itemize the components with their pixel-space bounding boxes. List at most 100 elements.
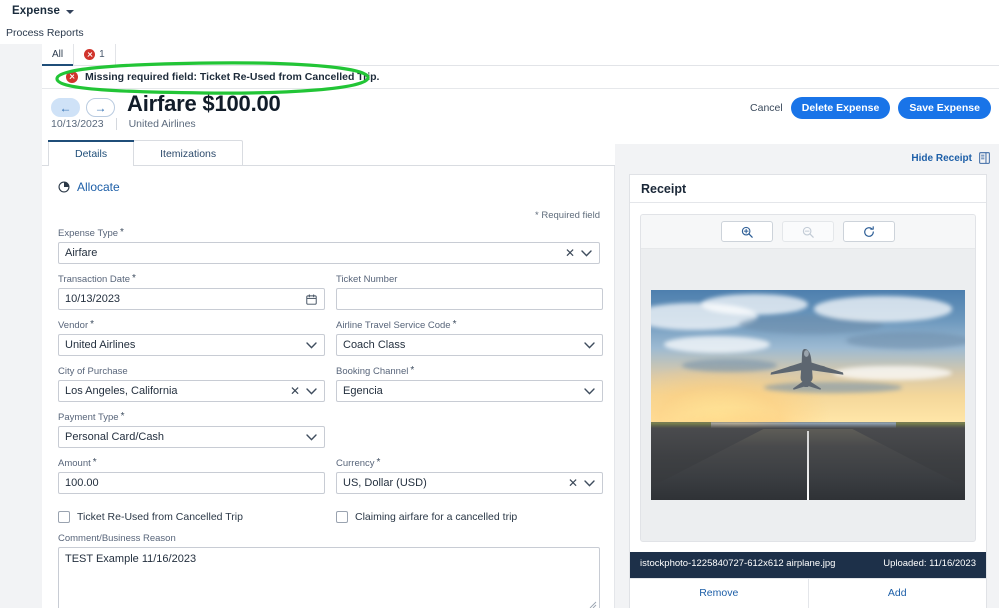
pie-chart-icon <box>58 181 70 193</box>
resize-handle-icon[interactable] <box>589 601 597 608</box>
arrow-right-icon[interactable]: → <box>86 98 115 117</box>
tab-details-label: Details <box>75 148 108 160</box>
record-navigation: ← → <box>51 98 115 117</box>
add-receipt-button[interactable]: Add <box>807 579 987 608</box>
required-field-note: * Required field <box>535 210 600 221</box>
filter-chip-all-label: All <box>52 49 64 60</box>
field-currency: Currency * US, Dollar (USD) ✕ <box>336 458 603 494</box>
chevron-down-icon[interactable] <box>582 387 596 395</box>
currency-value: US, Dollar (USD) <box>343 477 427 489</box>
amount-input[interactable]: 100.00 <box>58 472 325 494</box>
field-transaction-date-label: Transaction Date * <box>58 273 136 286</box>
tab-itemizations-label: Itemizations <box>160 148 217 160</box>
chevron-down-icon[interactable] <box>582 341 596 349</box>
receipt-panel-icon[interactable] <box>979 152 990 164</box>
allocate-action[interactable]: Allocate <box>58 180 600 194</box>
receipt-file-info: istockphoto-1225840727-612x612 airplane.… <box>630 552 986 578</box>
clear-icon[interactable]: ✕ <box>563 246 577 260</box>
app-title[interactable]: Expense <box>12 5 60 17</box>
filter-chip-error-count: 1 <box>99 49 105 60</box>
delete-expense-button[interactable]: Delete Expense <box>790 97 891 119</box>
calendar-icon[interactable] <box>304 293 318 305</box>
transaction-date-input[interactable]: 10/13/2023 <box>58 288 325 310</box>
field-amount-label: Amount * <box>58 457 97 470</box>
form-field-grid: Transaction Date * 10/13/2023 Ticket Num… <box>58 273 603 504</box>
clear-icon[interactable]: ✕ <box>288 384 302 398</box>
zoom-out-icon[interactable] <box>782 221 834 242</box>
left-gutter <box>0 44 42 608</box>
arrow-left-icon[interactable]: ← <box>51 98 80 117</box>
booking-channel-select[interactable]: Egencia <box>336 380 603 402</box>
page-body: All 1 Missing required field: Ticket Re-… <box>0 44 999 608</box>
checkbox-box-icon[interactable] <box>336 511 348 523</box>
field-expense-type: Expense Type * Airfare ✕ <box>58 228 600 264</box>
chevron-down-icon[interactable] <box>304 433 318 441</box>
chevron-down-icon[interactable] <box>304 341 318 349</box>
field-ticket-number: Ticket Number <box>336 274 603 310</box>
cancel-button[interactable]: Cancel <box>750 102 783 114</box>
error-circle-icon <box>84 49 96 60</box>
page-title: Airfare $100.00 <box>127 91 281 116</box>
field-spacer <box>336 412 603 448</box>
save-expense-button[interactable]: Save Expense <box>898 97 991 119</box>
vendor-select[interactable]: United Airlines <box>58 334 325 356</box>
field-comment: Comment/Business Reason TEST Example 11/… <box>58 533 600 608</box>
field-vendor-label: Vendor * <box>58 319 95 332</box>
expense-type-value: Airfare <box>65 247 98 259</box>
ticket-number-input[interactable] <box>336 288 603 310</box>
remove-receipt-button[interactable]: Remove <box>630 579 808 608</box>
expense-vendor: United Airlines <box>128 118 196 130</box>
expense-subheader: 10/13/2023 United Airlines <box>51 118 196 130</box>
currency-select[interactable]: US, Dollar (USD) ✕ <box>336 472 603 494</box>
checkbox-ticket-reused[interactable]: Ticket Re-Used from Cancelled Trip <box>58 511 325 523</box>
amount-value: 100.00 <box>65 477 99 489</box>
field-city-of-purchase-label: City of Purchase <box>58 366 128 377</box>
filter-chip-all[interactable]: All <box>42 44 75 66</box>
expense-title-area: ← → Airfare $100.00 10/13/2023 United Ai… <box>42 89 999 137</box>
divider <box>115 118 117 130</box>
tab-details[interactable]: Details <box>48 140 135 167</box>
airline-travel-service-code-select[interactable]: Coach Class <box>336 334 603 356</box>
allocate-label: Allocate <box>77 180 120 194</box>
checkbox-claiming-cancelled-trip[interactable]: Claiming airfare for a cancelled trip <box>336 511 603 523</box>
chevron-down-icon[interactable] <box>304 387 318 395</box>
field-payment-type-label: Payment Type * <box>58 411 125 424</box>
receipt-card-header: Receipt <box>630 175 986 203</box>
airplane-icon <box>770 348 844 390</box>
expense-actions: Cancel Delete Expense Save Expense <box>750 97 991 119</box>
receipt-file-name: istockphoto-1225840727-612x612 airplane.… <box>640 558 836 570</box>
field-ticket-number-label: Ticket Number <box>336 274 398 285</box>
comment-textarea[interactable]: TEST Example 11/16/2023 <box>58 547 600 608</box>
payment-type-select[interactable]: Personal Card/Cash <box>58 426 325 448</box>
receipt-panel: Hide Receipt Receipt istockphoto-1225840… <box>615 144 999 608</box>
city-of-purchase-value: Los Angeles, California <box>65 385 178 397</box>
city-of-purchase-select[interactable]: Los Angeles, California ✕ <box>58 380 325 402</box>
airline-travel-service-code-value: Coach Class <box>343 339 406 351</box>
clear-icon[interactable]: ✕ <box>566 476 580 490</box>
tab-itemizations[interactable]: Itemizations <box>133 140 244 166</box>
receipt-card: Receipt istockphoto-1225840727-612x612 a… <box>629 174 987 608</box>
rotate-icon[interactable] <box>843 221 895 242</box>
expense-date: 10/13/2023 <box>51 118 104 130</box>
chevron-down-icon[interactable] <box>582 479 596 487</box>
receipt-image[interactable] <box>651 290 965 501</box>
checkbox-box-icon[interactable] <box>58 511 70 523</box>
hide-receipt-action[interactable]: Hide Receipt <box>911 152 990 164</box>
receipt-viewer-toolbar <box>641 215 975 249</box>
expense-type-select[interactable]: Airfare ✕ <box>58 242 600 264</box>
zoom-in-icon[interactable] <box>721 221 773 242</box>
checkbox-row: Ticket Re-Used from Cancelled Trip Claim… <box>58 511 600 523</box>
field-booking-channel: Booking Channel * Egencia <box>336 366 603 402</box>
cloud-shape <box>682 359 777 372</box>
checkbox-ticket-reused-label: Ticket Re-Used from Cancelled Trip <box>77 511 243 523</box>
filter-chip-errors[interactable]: 1 <box>74 44 116 65</box>
validation-alert: Missing required field: Ticket Re-Used f… <box>42 66 999 89</box>
field-airline-travel-service-code-label: Airline Travel Service Code * <box>336 319 457 332</box>
chevron-down-icon[interactable] <box>66 10 75 14</box>
receipt-uploaded-date: Uploaded: 11/16/2023 <box>883 558 976 570</box>
receipt-viewer <box>640 214 976 543</box>
receipt-image-area[interactable] <box>641 249 975 541</box>
field-comment-label: Comment/Business Reason <box>58 533 176 544</box>
breadcrumb-process-reports[interactable]: Process Reports <box>6 27 84 39</box>
chevron-down-icon[interactable] <box>579 249 593 257</box>
